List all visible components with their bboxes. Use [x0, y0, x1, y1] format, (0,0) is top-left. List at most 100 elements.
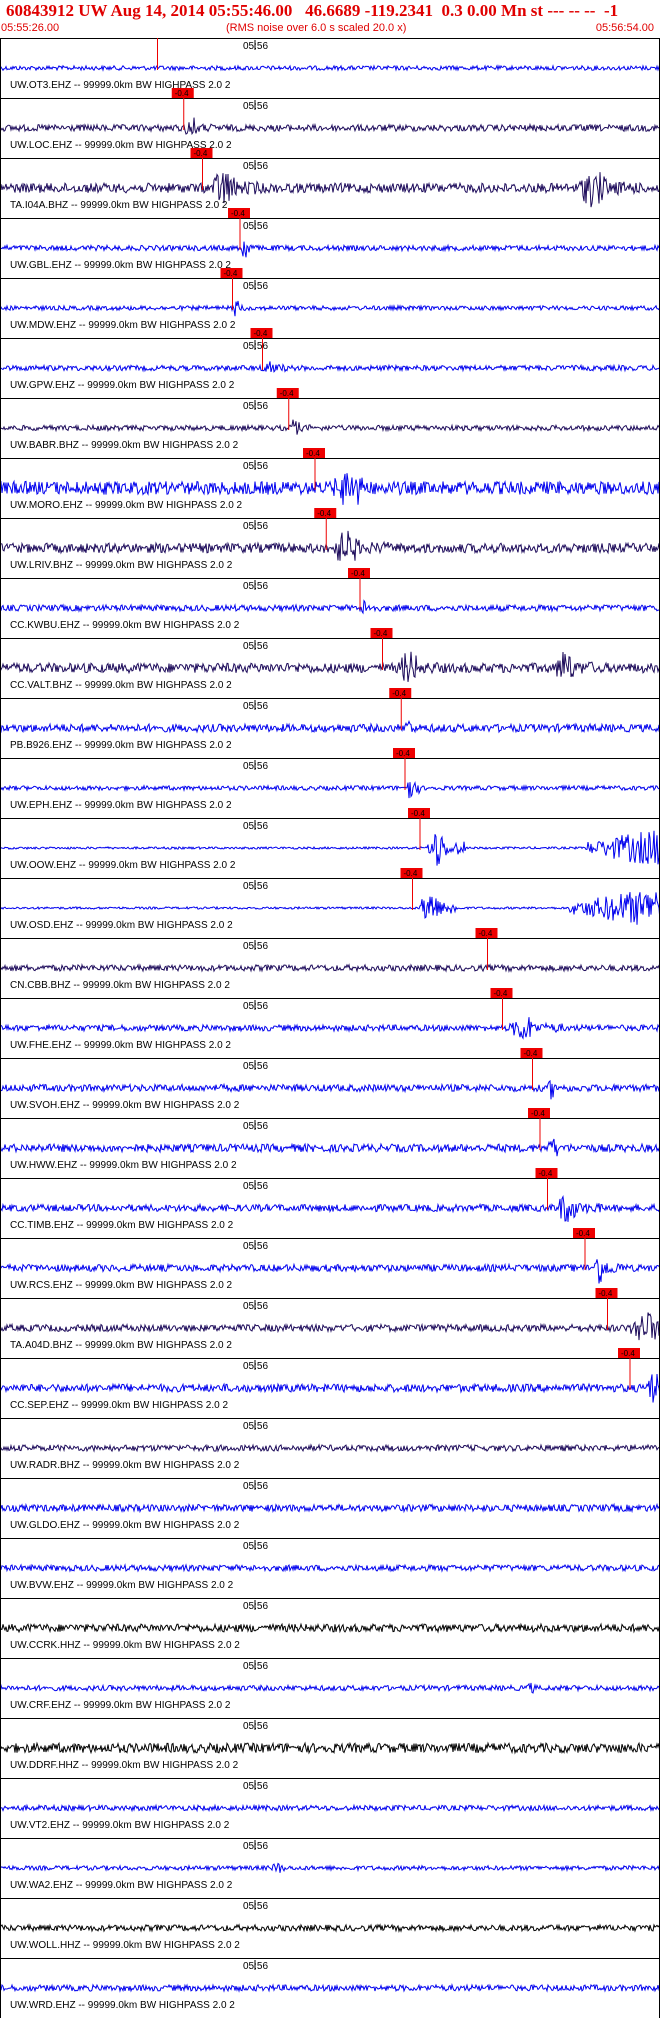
minute-label: 05:56 [243, 161, 268, 172]
trace-label: UW.WRD.EHZ -- 99999.0km BW HIGHPASS 2.0 … [10, 2000, 235, 2011]
minute-label: 05:56 [243, 281, 268, 292]
minute-label: 05:56 [243, 221, 268, 232]
minute-label: 05:56 [243, 341, 268, 352]
minute-label: 05:56 [243, 1301, 268, 1312]
waveform [0, 117, 660, 136]
trace-label: UW.GLDO.EHZ -- 99999.0km BW HIGHPASS 2.0… [10, 1520, 240, 1531]
pick-label: -0.4 [374, 629, 388, 638]
trace-label: UW.WA2.EHZ -- 99999.0km BW HIGHPASS 2.0 … [10, 1880, 233, 1891]
pick-label: -0.4 [599, 1289, 613, 1298]
minute-label: 05:56 [243, 101, 268, 112]
trace-label: UW.OOW.EHZ -- 99999.0km BW HIGHPASS 2.0 … [10, 860, 236, 871]
minute-label: 05:56 [243, 1241, 268, 1252]
record-header: 60843912 UW Aug 14, 2014 05:55:46.00 46.… [0, 0, 660, 38]
trace-label: UW.DDRF.HHZ -- 99999.0km BW HIGHPASS 2.0… [10, 1760, 239, 1771]
waveform [0, 1079, 660, 1100]
waveform [0, 720, 660, 734]
minute-label: 05:56 [243, 1001, 268, 1012]
waveform [0, 1563, 660, 1573]
event-title: 60843912 UW Aug 14, 2014 05:55:46.00 46.… [6, 1, 619, 20]
trace-label: UW.BABR.BHZ -- 99999.0km BW HIGHPASS 2.0… [10, 440, 239, 451]
waveform [0, 963, 660, 974]
minute-label: 05:56 [243, 521, 268, 532]
pick-label: -0.4 [411, 809, 425, 818]
pick-label: -0.4 [531, 1109, 545, 1118]
minute-label: 05:56 [243, 1421, 268, 1432]
trace-label: UW.RADR.BHZ -- 99999.0km BW HIGHPASS 2.0… [10, 1460, 240, 1471]
trace-label: CC.SEP.EHZ -- 99999.0km BW HIGHPASS 2.0 … [10, 1400, 228, 1411]
minute-label: 05:56 [243, 1181, 268, 1192]
waveform [0, 1443, 660, 1453]
minute-label: 05:56 [243, 1061, 268, 1072]
waveform [0, 1862, 660, 1873]
waveform [0, 1312, 660, 1341]
trace-label: CC.TIMB.EHZ -- 99999.0km BW HIGHPASS 2.0… [10, 1220, 234, 1231]
waveform [0, 419, 660, 435]
pick-label: -0.4 [621, 1349, 635, 1358]
waveform [0, 1373, 660, 1403]
minute-label: 05:56 [243, 1781, 268, 1792]
pick-label: -0.4 [576, 1229, 590, 1238]
pick-label: -0.4 [194, 149, 208, 158]
pick-label: -0.4 [224, 269, 238, 278]
waveform [0, 780, 660, 799]
waveform [0, 1194, 660, 1222]
minute-label: 05:56 [243, 1721, 268, 1732]
trace-label: UW.HWW.EHZ -- 99999.0km BW HIGHPASS 2.0 … [10, 1160, 237, 1171]
minute-label: 05:56 [243, 1541, 268, 1552]
minute-label: 05:56 [243, 941, 268, 952]
waveform [0, 1138, 660, 1157]
waveform [0, 1741, 660, 1755]
trace-label: UW.BVW.EHZ -- 99999.0km BW HIGHPASS 2.0 … [10, 1580, 234, 1591]
waveform [0, 1803, 660, 1813]
waveform [0, 530, 660, 561]
trace-label: PB.B926.EHZ -- 99999.0km BW HIGHPASS 2.0… [10, 740, 232, 751]
waveform [0, 1923, 660, 1934]
trace-label: UW.SVOH.EHZ -- 99999.0km BW HIGHPASS 2.0… [10, 1100, 240, 1111]
pick-label: -0.4 [280, 389, 294, 398]
trace-label: UW.MORO.EHZ -- 99999.0km BW HIGHPASS 2.0… [10, 500, 243, 511]
seismogram-plot: 05:56 UW.OT3.EHZ -- 99999.0km BW HIGHPASS… [0, 38, 660, 2018]
pick-label: -0.4 [306, 449, 320, 458]
waveform [0, 1502, 660, 1514]
waveform [0, 1682, 660, 1694]
end-time-label: 05:56:54.00 [595, 22, 654, 34]
minute-label: 05:56 [243, 701, 268, 712]
trace-label: UW.FHE.EHZ -- 99999.0km BW HIGHPASS 2.0 … [10, 1040, 231, 1051]
waveform [0, 1983, 660, 1993]
minute-label: 05:56 [243, 641, 268, 652]
pick-label: -0.4 [539, 1169, 553, 1178]
minute-label: 05:56 [243, 761, 268, 772]
trace-label: UW.GBL.EHZ -- 99999.0km BW HIGHPASS 2.0 … [10, 260, 231, 271]
minute-label: 05:56 [243, 881, 268, 892]
waveform [0, 300, 660, 317]
trace-label: UW.CCRK.HHZ -- 99999.0km BW HIGHPASS 2.0… [10, 1640, 240, 1651]
pick-label: -0.4 [254, 329, 268, 338]
waveform [0, 1622, 660, 1634]
minute-label: 05:56 [243, 821, 268, 832]
minute-label: 05:56 [243, 1841, 268, 1852]
minute-label: 05:56 [243, 1481, 268, 1492]
start-time-label: 05:55:26.00 [1, 22, 60, 34]
trace-label: TA.I04A.BHZ -- 99999.0km BW HIGHPASS 2.0… [10, 200, 228, 211]
trace-label: UW.LRIV.BHZ -- 99999.0km BW HIGHPASS 2.0… [10, 560, 233, 571]
pick-label: -0.4 [351, 569, 365, 578]
trace-label: UW.VT2.EHZ -- 99999.0km BW HIGHPASS 2.0 … [10, 1820, 230, 1831]
pick-label: -0.4 [494, 989, 508, 998]
pick-label: -0.4 [317, 509, 331, 518]
trace-label: CC.KWBU.EHZ -- 99999.0km BW HIGHPASS 2.0… [10, 620, 240, 631]
trace-label: UW.OT3.EHZ -- 99999.0km BW HIGHPASS 2.0 … [10, 80, 231, 91]
pick-label: -0.4 [479, 929, 493, 938]
waveform [0, 64, 660, 72]
trace-label: UW.RCS.EHZ -- 99999.0km BW HIGHPASS 2.0 … [10, 1280, 233, 1291]
trace-label: TA.A04D.BHZ -- 99999.0km BW HIGHPASS 2.0… [10, 1340, 232, 1351]
trace-label: UW.GPW.EHZ -- 99999.0km BW HIGHPASS 2.0 … [10, 380, 235, 391]
waveform [0, 599, 660, 615]
minute-label: 05:56 [243, 1361, 268, 1372]
waveform [0, 361, 660, 373]
pick-label: -0.4 [392, 689, 406, 698]
minute-label: 05:56 [243, 461, 268, 472]
minute-label: 05:56 [243, 401, 268, 412]
minute-label: 05:56 [243, 1121, 268, 1132]
trace-label: CN.CBB.BHZ -- 99999.0km BW HIGHPASS 2.0 … [10, 980, 230, 991]
